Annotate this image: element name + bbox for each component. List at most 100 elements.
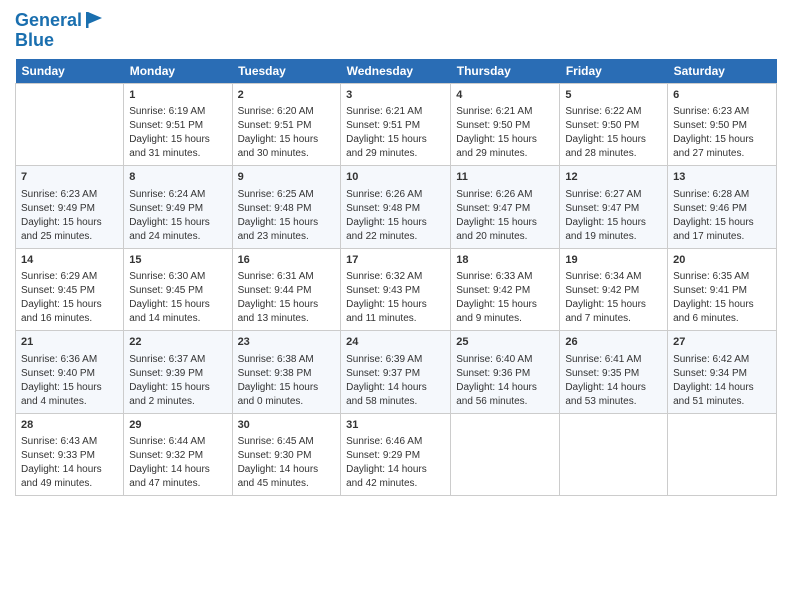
- daylight: Daylight: 15 hours and 29 minutes.: [346, 134, 427, 159]
- calendar-cell: 22Sunrise: 6:37 AMSunset: 9:39 PMDayligh…: [124, 331, 232, 413]
- day-number: 23: [238, 335, 336, 350]
- sunrise: Sunrise: 6:24 AM: [129, 189, 205, 200]
- calendar-cell: 5Sunrise: 6:22 AMSunset: 9:50 PMDaylight…: [560, 84, 668, 166]
- sunrise: Sunrise: 6:36 AM: [21, 354, 97, 365]
- sunrise: Sunrise: 6:39 AM: [346, 354, 422, 365]
- weekday-header: Sunday: [16, 59, 124, 84]
- day-number: 6: [673, 88, 771, 103]
- daylight: Daylight: 15 hours and 16 minutes.: [21, 299, 102, 324]
- sunset: Sunset: 9:51 PM: [129, 120, 203, 131]
- calendar-cell: 17 Sunrise: 6:32 AM Sunset: 9:43 PM Dayligh…: [341, 248, 451, 330]
- daylight: Daylight: 15 hours and 14 minutes.: [129, 299, 210, 324]
- daylight: Daylight: 15 hours and 25 minutes.: [21, 217, 102, 242]
- day-number: 31: [346, 418, 445, 433]
- weekday-header: Monday: [124, 59, 232, 84]
- sunrise: Sunrise: 6:32 AM: [346, 271, 422, 282]
- sunset: Sunset: 9:39 PM: [129, 368, 203, 379]
- day-number: 20: [673, 253, 771, 268]
- daylight: Daylight: 15 hours and 29 minutes.: [456, 134, 537, 159]
- calendar-cell: 12Sunrise: 6:27 AMSunset: 9:47 PMDayligh…: [560, 166, 668, 248]
- calendar-week-row: 28Sunrise: 6:43 AMSunset: 9:33 PMDayligh…: [16, 413, 777, 495]
- sunrise: Sunrise: 6:29 AM: [21, 271, 97, 282]
- sunset: Sunset: 9:43 PM: [346, 285, 420, 296]
- header: General Blue: [15, 10, 777, 51]
- sunrise: Sunrise: 6:28 AM: [673, 189, 749, 200]
- calendar-cell: 11Sunrise: 6:26 AMSunset: 9:47 PMDayligh…: [451, 166, 560, 248]
- calendar-cell: 29Sunrise: 6:44 AMSunset: 9:32 PMDayligh…: [124, 413, 232, 495]
- weekday-header: Wednesday: [341, 59, 451, 84]
- calendar-cell: [451, 413, 560, 495]
- day-number: 17: [346, 253, 445, 268]
- daylight: Daylight: 14 hours and 49 minutes.: [21, 464, 102, 489]
- day-number: 14: [21, 253, 118, 268]
- daylight: Daylight: 15 hours and 17 minutes.: [673, 217, 754, 242]
- calendar-cell: [668, 413, 777, 495]
- daylight: Daylight: 15 hours and 13 minutes.: [238, 299, 319, 324]
- daylight: Daylight: 15 hours and 6 minutes.: [673, 299, 754, 324]
- daylight: Daylight: 15 hours and 28 minutes.: [565, 134, 646, 159]
- day-number: 26: [565, 335, 662, 350]
- calendar-cell: 26Sunrise: 6:41 AMSunset: 9:35 PMDayligh…: [560, 331, 668, 413]
- calendar-cell: 31Sunrise: 6:46 AMSunset: 9:29 PMDayligh…: [341, 413, 451, 495]
- daylight: Daylight: 15 hours and 24 minutes.: [129, 217, 210, 242]
- day-number: 18: [456, 253, 554, 268]
- day-number: 22: [129, 335, 226, 350]
- calendar-cell: 19Sunrise: 6:34 AMSunset: 9:42 PMDayligh…: [560, 248, 668, 330]
- daylight: Daylight: 15 hours and 23 minutes.: [238, 217, 319, 242]
- calendar-cell: 23Sunrise: 6:38 AMSunset: 9:38 PMDayligh…: [232, 331, 341, 413]
- sunrise: Sunrise: 6:35 AM: [673, 271, 749, 282]
- day-number: 28: [21, 418, 118, 433]
- sunset: Sunset: 9:48 PM: [346, 203, 420, 214]
- sunrise: Sunrise: 6:21 AM: [456, 106, 532, 117]
- daylight: Daylight: 14 hours and 51 minutes.: [673, 382, 754, 407]
- day-number: 11: [456, 170, 554, 185]
- daylight: Daylight: 14 hours and 56 minutes.: [456, 382, 537, 407]
- sunrise: Sunrise: 6:23 AM: [21, 189, 97, 200]
- sunrise: Sunrise: 6:43 AM: [21, 436, 97, 447]
- daylight: Daylight: 14 hours and 47 minutes.: [129, 464, 210, 489]
- sunset: Sunset: 9:51 PM: [238, 120, 312, 131]
- logo-flag-icon: [84, 10, 104, 30]
- daylight: Daylight: 15 hours and 2 minutes.: [129, 382, 210, 407]
- day-number: 27: [673, 335, 771, 350]
- day-number: 1: [129, 88, 226, 103]
- calendar-cell: 7Sunrise: 6:23 AMSunset: 9:49 PMDaylight…: [16, 166, 124, 248]
- calendar-table: SundayMondayTuesdayWednesdayThursdayFrid…: [15, 59, 777, 496]
- sunset: Sunset: 9:37 PM: [346, 368, 420, 379]
- day-number: 12: [565, 170, 662, 185]
- calendar-cell: 14Sunrise: 6:29 AMSunset: 9:45 PMDayligh…: [16, 248, 124, 330]
- sunset: Sunset: 9:51 PM: [346, 120, 420, 131]
- sunrise: Sunrise: 6:41 AM: [565, 354, 641, 365]
- day-number: 16: [238, 253, 336, 268]
- daylight: Daylight: 14 hours and 42 minutes.: [346, 464, 427, 489]
- sunrise: Sunrise: 6:19 AM: [129, 106, 205, 117]
- day-number: 10: [346, 170, 445, 185]
- sunrise: Sunrise: 6:27 AM: [565, 189, 641, 200]
- day-number: 24: [346, 335, 445, 350]
- daylight: Daylight: 14 hours and 58 minutes.: [346, 382, 427, 407]
- daylight: Daylight: 15 hours and 11 minutes.: [346, 299, 427, 324]
- weekday-header: Friday: [560, 59, 668, 84]
- calendar-page: General Blue SundayMondayTuesdayWednesda…: [0, 0, 792, 612]
- calendar-cell: 13Sunrise: 6:28 AMSunset: 9:46 PMDayligh…: [668, 166, 777, 248]
- sunrise: Sunrise: 6:31 AM: [238, 271, 314, 282]
- calendar-week-row: 1 Sunrise: 6:19 AM Sunset: 9:51 PM Daylight…: [16, 84, 777, 166]
- calendar-cell: 4Sunrise: 6:21 AMSunset: 9:50 PMDaylight…: [451, 84, 560, 166]
- logo-general: General: [15, 11, 82, 29]
- sunset: Sunset: 9:47 PM: [565, 203, 639, 214]
- calendar-cell: 16Sunrise: 6:31 AMSunset: 9:44 PMDayligh…: [232, 248, 341, 330]
- sunrise: Sunrise: 6:26 AM: [346, 189, 422, 200]
- calendar-cell: 2Sunrise: 6:20 AMSunset: 9:51 PMDaylight…: [232, 84, 341, 166]
- sunrise: Sunrise: 6:30 AM: [129, 271, 205, 282]
- sunset: Sunset: 9:29 PM: [346, 450, 420, 461]
- sunrise: Sunrise: 6:21 AM: [346, 106, 422, 117]
- day-number: 15: [129, 253, 226, 268]
- sunset: Sunset: 9:49 PM: [129, 203, 203, 214]
- daylight: Daylight: 15 hours and 27 minutes.: [673, 134, 754, 159]
- sunrise: Sunrise: 6:26 AM: [456, 189, 532, 200]
- sunset: Sunset: 9:50 PM: [565, 120, 639, 131]
- calendar-cell: 10Sunrise: 6:26 AMSunset: 9:48 PMDayligh…: [341, 166, 451, 248]
- calendar-cell: 1Sunrise: 6:19 AMSunset: 9:51 PMDaylight…: [124, 84, 232, 166]
- calendar-cell: 27Sunrise: 6:42 AMSunset: 9:34 PMDayligh…: [668, 331, 777, 413]
- calendar-cell: [16, 84, 124, 166]
